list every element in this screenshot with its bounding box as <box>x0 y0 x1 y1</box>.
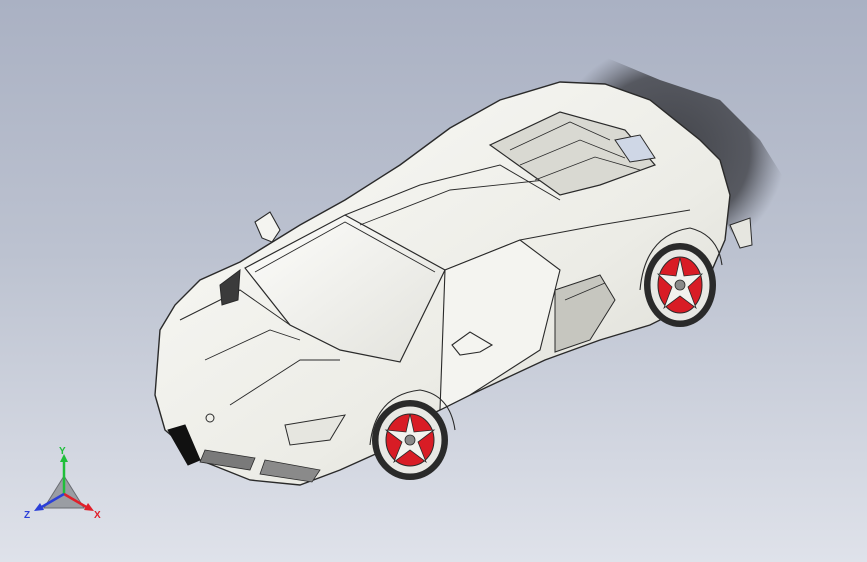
graphics-viewport[interactable]: Y X Z <box>0 0 867 562</box>
side-intake <box>554 274 616 353</box>
y-axis-label: Y <box>59 446 66 457</box>
reference-triad[interactable]: Y X Z <box>22 446 106 526</box>
z-axis-label: Z <box>24 510 30 521</box>
front-wheel <box>372 400 448 480</box>
rear-wheel <box>644 243 716 327</box>
car-model[interactable] <box>0 0 867 562</box>
mirror-left <box>254 211 281 243</box>
x-axis-label: X <box>94 510 101 521</box>
door-panel <box>439 239 561 411</box>
